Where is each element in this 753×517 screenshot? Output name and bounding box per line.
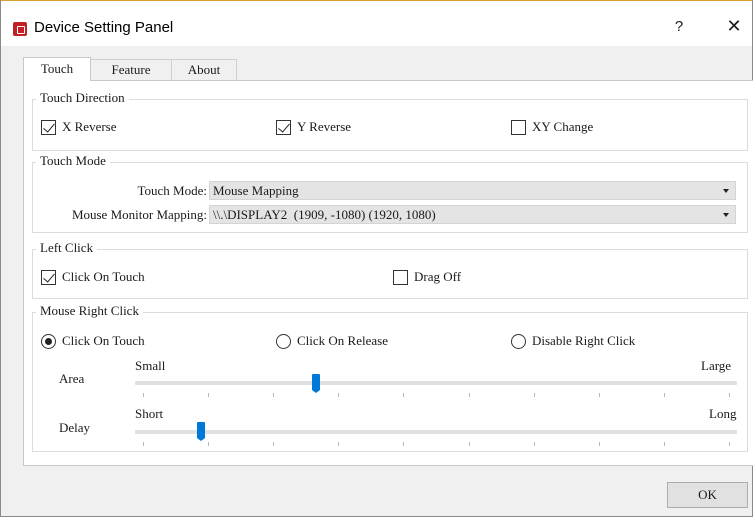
close-icon[interactable]: ✕ — [723, 15, 745, 39]
tab-touch[interactable]: Touch — [23, 57, 91, 81]
x-reverse-checkbox[interactable]: X Reverse — [41, 119, 117, 135]
chevron-down-icon — [723, 189, 729, 193]
slider-tick — [598, 393, 600, 397]
right-click-group: Mouse Right Click Click On Touch Click O… — [32, 303, 748, 452]
ok-button[interactable]: OK — [667, 482, 748, 508]
monitor-mapping-label: Mouse Monitor Mapping: — [71, 207, 207, 222]
area-slider-handle[interactable] — [311, 374, 320, 393]
delay-min-label: Short — [135, 406, 164, 421]
slider-tick — [143, 393, 144, 397]
x-reverse-check-icon — [41, 119, 56, 135]
delay-max-label: Long — [709, 406, 737, 421]
window-title: Device Setting Panel — [34, 19, 174, 36]
xy-change-label: XY Change — [532, 119, 594, 134]
touch-mode-label: Touch Mode: — [137, 183, 208, 198]
device-setting-window: Device Setting Panel ? ✕ Touch Feature A… — [0, 0, 753, 517]
tab-feature[interactable]: Feature — [90, 59, 172, 80]
slider-tick — [533, 442, 535, 446]
slider-tick — [533, 393, 535, 397]
slider-tick — [729, 393, 730, 397]
slider-tick — [468, 442, 470, 446]
y-reverse-checkbox[interactable]: Y Reverse — [276, 119, 351, 135]
monitor-mapping-select[interactable]: \\.\DISPLAY2 (1909, -1080) (1920, 1080) — [209, 205, 736, 224]
click-on-touch-checkbox[interactable]: Click On Touch — [41, 269, 145, 285]
radio-selected-icon — [41, 333, 56, 349]
app-icon — [13, 22, 27, 36]
y-reverse-check-icon — [276, 119, 291, 135]
x-reverse-label: X Reverse — [62, 119, 117, 134]
radio-click-on-touch[interactable]: Click On Touch — [41, 333, 145, 349]
slider-tick — [143, 442, 144, 446]
title-bar: Device Setting Panel ? ✕ — [1, 0, 752, 46]
area-label: Area — [59, 371, 85, 386]
y-reverse-label: Y Reverse — [297, 119, 352, 134]
slider-tick — [663, 442, 665, 446]
slider-tick — [598, 442, 600, 446]
help-button[interactable]: ? — [670, 18, 688, 38]
touch-tab-page: Touch Direction X Reverse Y Reverse XY C… — [23, 80, 753, 466]
slider-tick — [403, 442, 405, 446]
area-max-label: Large — [701, 358, 732, 373]
slider-tick — [338, 442, 340, 446]
slider-tick — [729, 442, 730, 446]
slider-tick — [273, 442, 275, 446]
left-click-group: Left Click Click On Touch Drag Off — [32, 240, 748, 299]
touch-mode-group: Touch Mode Touch Mode: Mouse Mapping Mou… — [32, 153, 748, 233]
radio-click-on-touch-label: Click On Touch — [62, 333, 145, 348]
slider-tick — [468, 393, 470, 397]
touch-mode-select[interactable]: Mouse Mapping — [209, 181, 736, 200]
delay-slider-track[interactable] — [135, 430, 737, 434]
slider-tick — [273, 393, 275, 397]
slider-tick — [338, 393, 340, 397]
radio-click-on-release[interactable]: Click On Release — [276, 333, 388, 349]
touch-direction-group: Touch Direction X Reverse Y Reverse XY C… — [32, 90, 748, 151]
group-title-touch-mode: Touch Mode — [36, 153, 110, 169]
radio-empty-icon — [276, 333, 291, 349]
radio-disable-right-click[interactable]: Disable Right Click — [511, 333, 635, 349]
area-slider-track[interactable] — [135, 381, 737, 385]
group-title-left-click: Left Click — [36, 240, 98, 256]
touch-mode-value: Mouse Mapping — [213, 183, 299, 198]
radio-disable-right-click-label: Disable Right Click — [532, 333, 636, 348]
tab-about[interactable]: About — [171, 59, 237, 80]
radio-empty-icon — [511, 333, 526, 349]
drag-off-label: Drag Off — [414, 269, 462, 284]
drag-off-checkbox[interactable]: Drag Off — [393, 269, 461, 285]
radio-click-on-release-label: Click On Release — [297, 333, 388, 348]
delay-label: Delay — [59, 420, 91, 435]
xy-change-check-icon — [511, 119, 526, 135]
slider-tick — [403, 393, 405, 397]
slider-tick — [208, 442, 210, 446]
slider-tick — [208, 393, 210, 397]
click-on-touch-label: Click On Touch — [62, 269, 145, 284]
click-on-touch-check-icon — [41, 269, 56, 285]
group-title-right-click: Mouse Right Click — [36, 303, 143, 319]
group-title-touch-direction: Touch Direction — [36, 90, 129, 106]
delay-slider-handle[interactable] — [197, 422, 206, 441]
chevron-down-icon — [723, 213, 729, 217]
slider-tick — [663, 393, 665, 397]
drag-off-check-icon — [393, 269, 408, 285]
monitor-mapping-value: \\.\DISPLAY2 (1909, -1080) (1920, 1080) — [213, 207, 436, 222]
area-min-label: Small — [135, 358, 166, 373]
xy-change-checkbox[interactable]: XY Change — [511, 119, 593, 135]
